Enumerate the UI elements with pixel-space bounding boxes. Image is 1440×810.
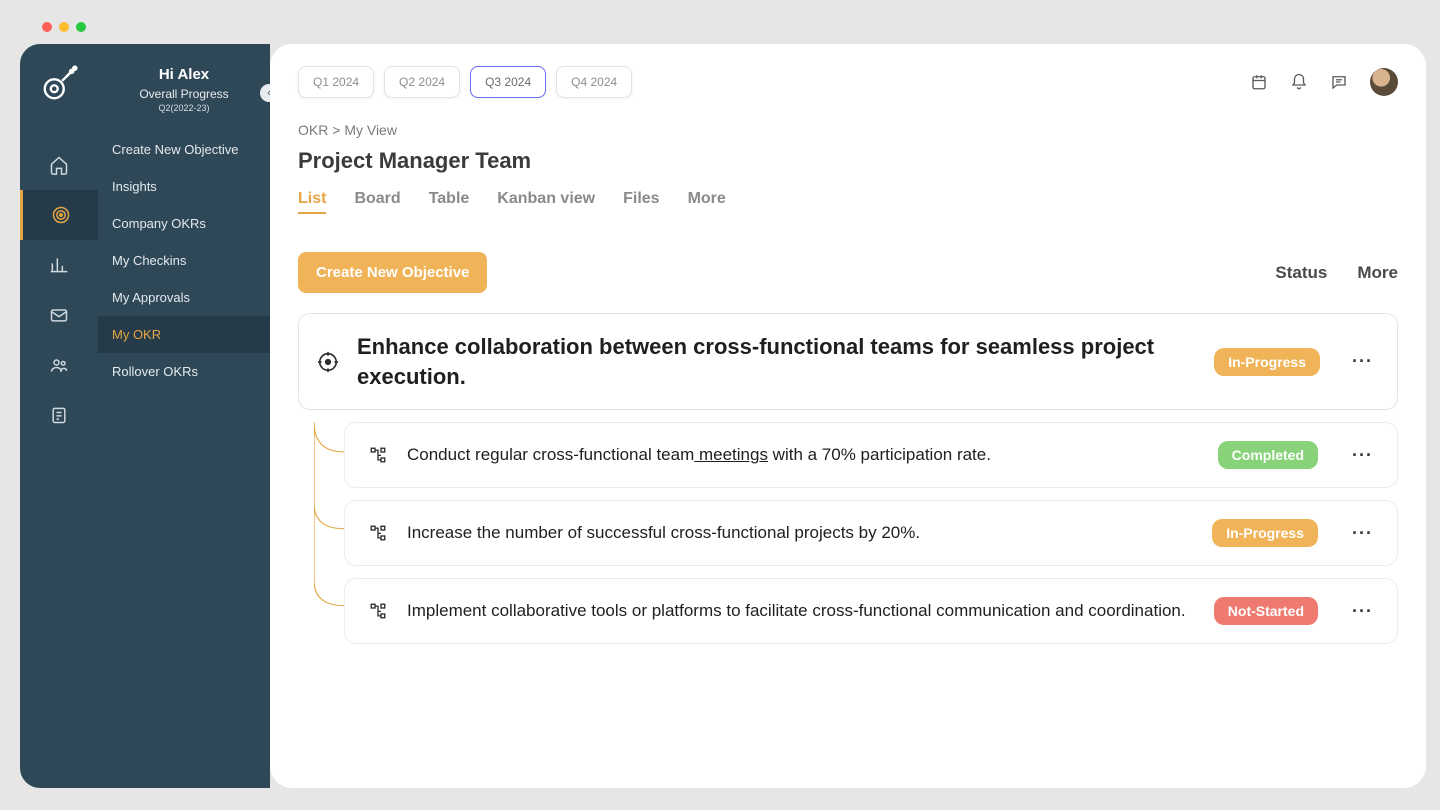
rail-team-icon[interactable] <box>20 340 98 390</box>
topbar: Q1 2024 Q2 2024 Q3 2024 Q4 2024 <box>298 66 1398 98</box>
view-tab-kanban[interactable]: Kanban view <box>497 190 595 214</box>
breadcrumb: OKR > My View <box>298 122 1398 138</box>
breadcrumb-leaf[interactable]: My View <box>344 122 397 138</box>
hierarchy-icon <box>369 602 387 620</box>
objective-title: Enhance collaboration between cross-func… <box>357 332 1196 391</box>
quarter-tab-q1[interactable]: Q1 2024 <box>298 66 374 98</box>
status-badge: In-Progress <box>1214 348 1320 376</box>
column-more[interactable]: More <box>1357 263 1398 283</box>
kr-text: Conduct regular cross-functional team me… <box>407 445 1198 465</box>
window-dots <box>42 22 86 32</box>
kr-more-icon[interactable]: ··· <box>1352 523 1373 544</box>
quarter-tab-q3[interactable]: Q3 2024 <box>470 66 546 98</box>
page-title: Project Manager Team <box>298 148 1398 174</box>
icon-rail <box>20 44 98 788</box>
dot-minimize-icon <box>59 22 69 32</box>
chat-icon[interactable] <box>1330 73 1348 91</box>
breadcrumb-root[interactable]: OKR <box>298 122 328 138</box>
dot-maximize-icon <box>76 22 86 32</box>
kr-text: Increase the number of successful cross-… <box>407 523 1192 543</box>
objective-card[interactable]: Enhance collaboration between cross-func… <box>298 313 1398 410</box>
side-list: Create New Objective Insights Company OK… <box>98 131 270 390</box>
rail-tasks-icon[interactable] <box>20 390 98 440</box>
key-results: Conduct regular cross-functional team me… <box>344 422 1398 644</box>
quarter-tab-q2[interactable]: Q2 2024 <box>384 66 460 98</box>
objective-more-icon[interactable]: ··· <box>1352 351 1373 372</box>
kr-more-icon[interactable]: ··· <box>1352 601 1373 622</box>
main: Q1 2024 Q2 2024 Q3 2024 Q4 2024 OKR > My… <box>270 44 1426 788</box>
kr-text: Implement collaborative tools or platfor… <box>407 601 1194 621</box>
progress-label: Overall Progress <box>106 87 262 101</box>
rail-analytics-icon[interactable] <box>20 240 98 290</box>
calendar-icon[interactable] <box>1250 73 1268 91</box>
quarter-tab-q4[interactable]: Q4 2024 <box>556 66 632 98</box>
dot-close-icon <box>42 22 52 32</box>
kr-ul: meetings <box>694 445 768 464</box>
view-tab-list[interactable]: List <box>298 190 326 214</box>
view-tab-board[interactable]: Board <box>354 190 400 214</box>
target-icon <box>317 351 339 373</box>
side-item-my-checkins[interactable]: My Checkins <box>98 242 270 279</box>
view-tab-table[interactable]: Table <box>429 190 470 214</box>
hierarchy-icon <box>369 446 387 464</box>
quarter-tabs: Q1 2024 Q2 2024 Q3 2024 Q4 2024 <box>298 66 632 98</box>
rail-okr-icon[interactable] <box>20 190 98 240</box>
rail-mail-icon[interactable] <box>20 290 98 340</box>
side-panel: Hi Alex Overall Progress Q2(2022-23) Cre… <box>98 44 270 788</box>
actions-right: Status More <box>1275 263 1398 283</box>
breadcrumb-sep: > <box>332 122 340 138</box>
side-item-my-okr[interactable]: My OKR <box>98 316 270 353</box>
actions-row: Create New Objective Status More <box>298 252 1398 293</box>
kr-pre: Implement collaborative tools or platfor… <box>407 601 1186 620</box>
progress-period: Q2(2022-23) <box>106 103 262 113</box>
side-item-my-approvals[interactable]: My Approvals <box>98 279 270 316</box>
kr-pre: Increase the number of successful cross-… <box>407 523 920 542</box>
content: Enhance collaboration between cross-func… <box>298 313 1398 644</box>
view-tab-more[interactable]: More <box>688 190 726 214</box>
side-header: Hi Alex Overall Progress Q2(2022-23) <box>98 44 270 127</box>
create-objective-button[interactable]: Create New Objective <box>298 252 487 293</box>
kr-card[interactable]: Increase the number of successful cross-… <box>344 500 1398 566</box>
column-status[interactable]: Status <box>1275 263 1327 283</box>
view-tabs: List Board Table Kanban view Files More <box>298 190 1398 214</box>
kr-card[interactable]: Conduct regular cross-functional team me… <box>344 422 1398 488</box>
side-item-company-okrs[interactable]: Company OKRs <box>98 205 270 242</box>
kr-more-icon[interactable]: ··· <box>1352 445 1373 466</box>
avatar[interactable] <box>1370 68 1398 96</box>
greeting: Hi Alex <box>106 66 262 83</box>
side-item-insights[interactable]: Insights <box>98 168 270 205</box>
kr-card[interactable]: Implement collaborative tools or platfor… <box>344 578 1398 644</box>
connector-lines-icon <box>314 422 344 644</box>
status-badge: Completed <box>1218 441 1318 469</box>
app-root: Hi Alex Overall Progress Q2(2022-23) Cre… <box>20 44 1426 788</box>
view-tab-files[interactable]: Files <box>623 190 659 214</box>
rail-home-icon[interactable] <box>20 140 98 190</box>
side-item-rollover-okrs[interactable]: Rollover OKRs <box>98 353 270 390</box>
hierarchy-icon <box>369 524 387 542</box>
status-badge: Not-Started <box>1214 597 1318 625</box>
kr-post: with a 70% participation rate. <box>768 445 991 464</box>
status-badge: In-Progress <box>1212 519 1318 547</box>
app-logo-icon[interactable] <box>37 62 81 106</box>
top-icons <box>1250 68 1398 96</box>
bell-icon[interactable] <box>1290 73 1308 91</box>
side-item-create-objective[interactable]: Create New Objective <box>98 131 270 168</box>
kr-pre: Conduct regular cross-functional team <box>407 445 694 464</box>
